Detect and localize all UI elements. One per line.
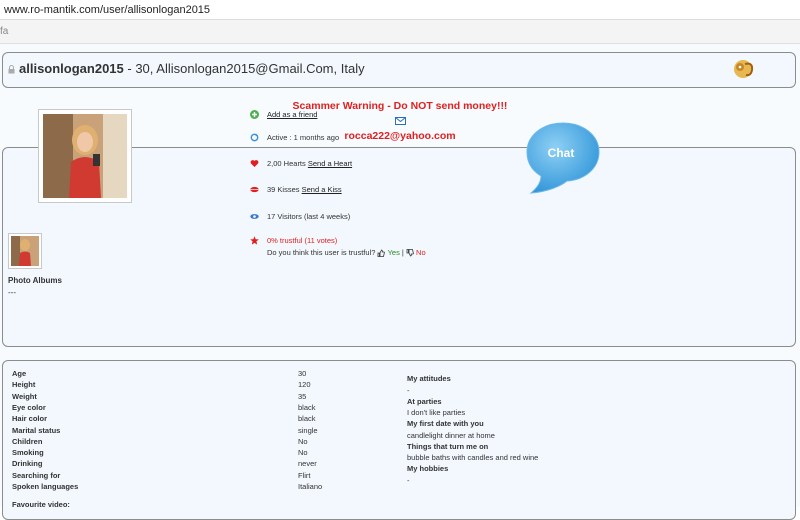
attitudes-value: -	[407, 386, 410, 395]
profile-photo-image	[43, 114, 127, 198]
parties-value: I don't like parties	[407, 408, 466, 417]
heart-icon	[250, 160, 259, 167]
first-date-value: candlelight dinner at home	[407, 431, 495, 440]
detail-value: 30	[298, 369, 307, 378]
first-date-label: My first date with you	[407, 419, 484, 428]
album-thumbnail[interactable]	[8, 233, 42, 269]
visitors-count: 17 Visitors (last 4 weeks)	[267, 212, 351, 221]
detail-label: Searching for	[12, 470, 61, 480]
detail-label: Eye color	[12, 402, 46, 412]
thumbs-up-icon[interactable]	[377, 249, 386, 257]
detail-value: black	[298, 402, 316, 412]
address-url[interactable]: www.ro-mantik.com/user/allisonlogan2015	[4, 4, 210, 16]
kisses-row: 39 Kisses Send a Kiss	[250, 185, 342, 194]
parties-label: At parties	[407, 397, 442, 406]
profile-photo[interactable]	[38, 109, 132, 203]
address-bar[interactable]: www.ro-mantik.com/user/allisonlogan2015	[0, 0, 800, 20]
profile-username: allisonlogan2015	[19, 61, 124, 76]
add-friend-link[interactable]: Add as a friend	[267, 110, 317, 119]
star-icon	[250, 236, 259, 245]
photo-albums-value: ---	[8, 288, 16, 297]
add-friend-icon	[250, 110, 259, 119]
profile-details: - 30, Allisonlogan2015@Gmail.Com, Italy	[123, 61, 365, 76]
profile-page: allisonlogan2015 - 30, Allisonlogan2015@…	[0, 44, 800, 520]
kisses-count: 39 Kisses	[267, 185, 300, 194]
attitudes-title: My attitudes	[407, 374, 451, 383]
detail-label: Age	[12, 369, 27, 378]
turn-on-value: bubble baths with candles and red wine	[407, 453, 539, 462]
refresh-icon	[250, 133, 259, 142]
trust-question-row: Do you think this user is trustful? Yes …	[267, 248, 426, 257]
chat-label[interactable]: Chat	[548, 146, 575, 160]
trust-row: 0% trustful (11 votes)	[250, 236, 337, 245]
detail-label: Hair color	[12, 414, 48, 424]
tab-fragment: fa	[0, 26, 9, 37]
detail-value: black	[298, 414, 316, 424]
detail-value: Flirt	[298, 470, 311, 480]
trust-no[interactable]: No	[416, 248, 426, 257]
visitors-row: 17 Visitors (last 4 weeks)	[250, 212, 350, 221]
hearts-row: 2,00 Hearts Send a Heart	[250, 159, 352, 168]
trust-score: 0% trustful (11 votes)	[267, 236, 338, 245]
detail-value: No	[298, 436, 308, 446]
detail-value: never	[298, 459, 317, 469]
detail-label: Marital status	[12, 425, 61, 435]
hobbies-value: -	[407, 476, 410, 485]
chat-bubble-button[interactable]: Chat	[523, 120, 603, 196]
detail-value: single	[298, 425, 318, 435]
profile-title: allisonlogan2015 - 30, Allisonlogan2015@…	[19, 61, 365, 76]
lips-icon	[250, 186, 259, 193]
detail-label: Spoken languages	[12, 482, 79, 491]
envelope-icon[interactable]	[394, 117, 406, 125]
detail-label: Weight	[12, 391, 37, 401]
thumbs-down-icon[interactable]	[406, 248, 414, 257]
eye-icon	[250, 214, 259, 219]
turn-on-label: Things that turn me on	[407, 442, 489, 451]
detail-label: Height	[12, 380, 36, 390]
lock-icon	[8, 65, 15, 74]
detail-label: Drinking	[12, 459, 43, 469]
tab-strip: fa	[0, 20, 800, 44]
detail-value: 120	[298, 380, 311, 390]
send-kiss-link[interactable]: Send a Kiss	[302, 185, 342, 194]
leo-zodiac-icon	[734, 60, 754, 78]
detail-label: Smoking	[12, 448, 44, 458]
send-heart-link[interactable]: Send a Heart	[308, 159, 352, 168]
trust-question: Do you think this user is trustful?	[267, 248, 376, 257]
detail-value: 35	[298, 391, 307, 401]
profile-header: allisonlogan2015 - 30, Allisonlogan2015@…	[2, 52, 796, 88]
add-friend-row: Add as a friend	[250, 110, 317, 119]
photo-albums-label: Photo Albums	[8, 276, 62, 285]
active-row: Active : 1 months ago	[250, 133, 339, 142]
hearts-count: 2,00 Hearts	[267, 159, 306, 168]
detail-label: Children	[12, 436, 43, 446]
detail-value: No	[298, 448, 308, 458]
hobbies-label: My hobbies	[407, 464, 449, 473]
trust-yes[interactable]: Yes	[388, 248, 400, 257]
detail-value: Italiano	[298, 482, 323, 491]
profile-details-panel	[2, 360, 796, 520]
favourite-video-label: Favourite video:	[12, 500, 70, 509]
album-thumbnail-image	[11, 236, 39, 266]
active-status: Active : 1 months ago	[267, 133, 340, 142]
